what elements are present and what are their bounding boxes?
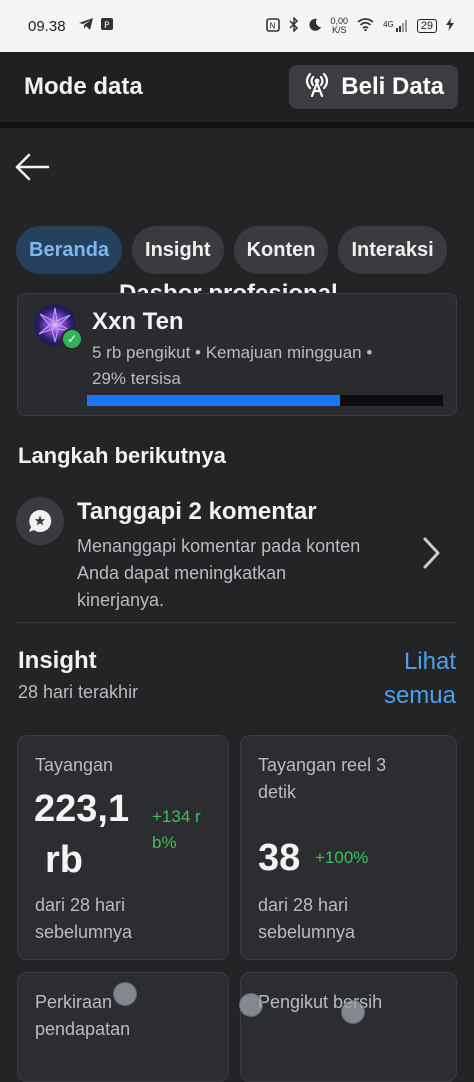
signal-icon: 4G xyxy=(383,20,408,32)
buy-data-label: Beli Data xyxy=(341,73,444,100)
profile-meta: 5 rb pengikut • Kemajuan mingguan • 29% … xyxy=(92,343,373,388)
next-steps-title: Langkah berikutnya xyxy=(18,443,226,468)
insight-card-net-followers[interactable]: Pengikut bersih xyxy=(240,972,457,1082)
net-speed: 0,00 K/S xyxy=(330,16,349,35)
page-header: Dasbor profesional xyxy=(0,128,474,307)
insight-card-reel-views[interactable]: Tayangan reel 3 detik 38 +100% dari 28 h… xyxy=(240,735,457,960)
profile-name: Xxn Ten xyxy=(92,308,184,335)
see-all-link[interactable]: Lihat semua xyxy=(384,645,456,713)
card-label: Tayangan xyxy=(35,755,114,775)
data-mode-title: Mode data xyxy=(24,73,143,100)
verified-check-icon: ✓ xyxy=(61,328,83,350)
moon-icon xyxy=(308,18,322,35)
app-notification-icon: P xyxy=(100,17,114,35)
profile-card[interactable]: ✓ Xxn Ten 5 rb pengikut • Kemajuan mingg… xyxy=(17,293,457,416)
data-mode-bar: Mode data Beli Data xyxy=(0,52,474,122)
insight-subtitle: 28 hari terakhir xyxy=(18,682,139,702)
buy-data-button[interactable]: Beli Data xyxy=(289,65,458,109)
touch-indicator xyxy=(113,982,137,1006)
status-time: 09.38 xyxy=(28,17,66,35)
svg-text:N: N xyxy=(269,21,275,30)
battery-icon: 29 xyxy=(416,19,437,33)
card-footnote: dari 28 hari sebelumnya xyxy=(35,895,133,942)
tab-insight[interactable]: Insight xyxy=(132,226,224,274)
next-step-description: Menanggapi komentar pada konten Anda dap… xyxy=(77,536,361,610)
card-value: 223,1 xyxy=(34,788,130,830)
weekly-progress-fill xyxy=(87,395,340,406)
tab-beranda[interactable]: Beranda xyxy=(16,226,123,274)
bluetooth-icon xyxy=(289,16,299,35)
touch-indicator xyxy=(341,1000,365,1024)
telegram-icon xyxy=(78,17,94,35)
section-divider xyxy=(17,622,457,623)
card-delta: +100% xyxy=(315,848,369,867)
tab-konten[interactable]: Konten xyxy=(233,226,329,274)
card-value: 38 xyxy=(258,837,301,879)
chevron-right-icon xyxy=(420,536,442,575)
broadcast-icon xyxy=(303,71,331,104)
touch-indicator xyxy=(239,993,263,1017)
tab-bar: Beranda Insight Konten Interaksi xyxy=(16,226,447,274)
status-bar: 09.38 P N 0,00 K/S 4G 29 xyxy=(0,0,474,52)
card-delta: +134 r b% xyxy=(152,807,201,852)
nfc-icon: N xyxy=(265,17,280,35)
comment-icon xyxy=(16,497,64,545)
weekly-progress-bar xyxy=(87,395,443,406)
card-label: Tayangan reel 3 detik xyxy=(258,755,387,802)
insight-card-views[interactable]: Tayangan 223,1 rb +134 r b% dari 28 hari… xyxy=(17,735,229,960)
next-step-title: Tanggapi 2 komentar xyxy=(77,498,317,525)
insight-title: Insight xyxy=(18,647,97,674)
wifi-icon xyxy=(357,18,374,34)
svg-text:P: P xyxy=(104,21,110,31)
charging-icon xyxy=(446,18,454,34)
card-footnote: dari 28 hari sebelumnya xyxy=(258,895,356,942)
card-value-unit: rb xyxy=(45,839,83,881)
tab-interaksi[interactable]: Interaksi xyxy=(338,226,447,274)
